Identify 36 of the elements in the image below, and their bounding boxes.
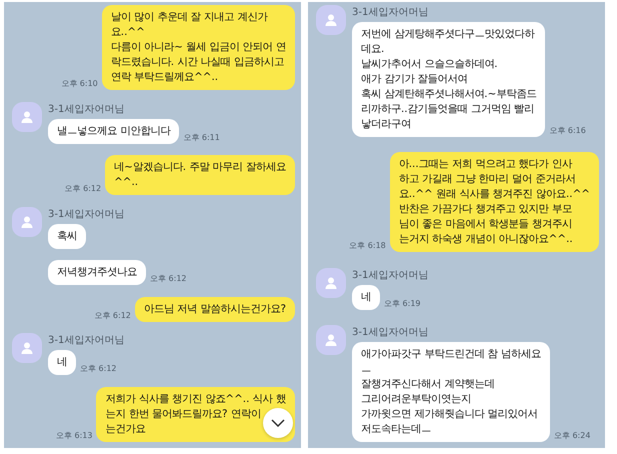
message-time: 오후 6:12: [94, 310, 131, 321]
avatar-icon[interactable]: [316, 5, 346, 35]
sent-message: 아...그때는 저희 먹으려고 했다가 인사 하고 가길래 그냥 한마리 덜어 준거라서 요..^^ 원래 식사를 챙겨주진 않아요..^^ 반찬은 가끔가다 챙겨주고 있지만 부모 님이 좋은 마음에서 학생분들 챙겨주시 는거지 하숙생 개념이 아니잖아요^^..: [390, 152, 599, 252]
chevron-down-icon: [271, 419, 285, 427]
message-time: 오후 6:13: [56, 430, 92, 441]
sender-name: 3-1세입자어머님: [48, 102, 124, 116]
received-message: 애가아파갓구 부탁드린건데 참 넘하세요 ㅡ 잘챙겨주신다해서 계약햇는데 그리어려운부탁이엿는지 가까윗으면 제가해줫습니다 멀리있어서 저도속타는데ㅡ: [352, 342, 550, 442]
avatar-icon[interactable]: [316, 268, 346, 298]
sent-message: 네~알겠습니다. 주말 마무리 잘하세요 ^^..: [105, 155, 295, 196]
received-message: 저번에 삼게탕해주셧다구ㅡ맛있었다하 데요. 날씨가추어서 으슬으슬하데여. 애가 감기가 잘들어서여 혹씨 삼계탄해주셧나해서여.~부탁좀드 리까하구..감기들엇을때 그거먹임 빨리 낳더라구여: [352, 22, 546, 137]
avatar-icon[interactable]: [12, 333, 42, 364]
sender-name: 3-1세입자어머님: [48, 208, 124, 221]
avatar-icon[interactable]: [316, 324, 346, 355]
message-time: 오후 6:12: [80, 363, 117, 374]
avatar-icon[interactable]: [12, 206, 42, 237]
avatar-icon[interactable]: [12, 102, 42, 132]
received-message: 네: [48, 350, 76, 376]
message-time: 오후 6:12: [64, 183, 102, 194]
message-time: 오후 6:12: [150, 273, 187, 284]
sender-name: 3-1세입자어머님: [48, 334, 124, 348]
message-time: 오후 6:11: [183, 132, 220, 143]
received-message: 낼ㅡ넣으께요 미안합니다: [48, 118, 180, 144]
sender-name: 3-1세입자어머님: [352, 6, 428, 19]
received-message: 네: [352, 284, 380, 310]
sent-message: 저희가 식사를 챙기진 않죠^^.. 식사 했 는지 한번 물어봐드릴까요? 연락이 는건가요: [96, 386, 295, 442]
message-time: 오후 6:10: [61, 78, 98, 89]
message-time: 오후 6:18: [349, 240, 386, 252]
received-message: 혹씨: [48, 224, 86, 249]
message-time: 오후 6:19: [384, 298, 421, 309]
received-message: 저녁챙겨주셧나요: [48, 260, 146, 286]
message-time: 오후 6:16: [549, 125, 586, 136]
sent-message: 날이 많이 추운데 잘 지내고 계신가 요..^^ 다름이 아니라~ 월세 입금이 안되어 연 락드렸습니다. 시간 나실때 입금하시고 연락 부탁드릴께요^^..: [102, 5, 295, 90]
sender-name: 3-1세입자어머님: [352, 326, 428, 339]
message-time: 오후 6:24: [554, 430, 590, 441]
sender-name: 3-1세입자어머님: [352, 268, 428, 282]
sent-message: 아드님 저녁 말씀하시는건가요?: [134, 296, 295, 322]
